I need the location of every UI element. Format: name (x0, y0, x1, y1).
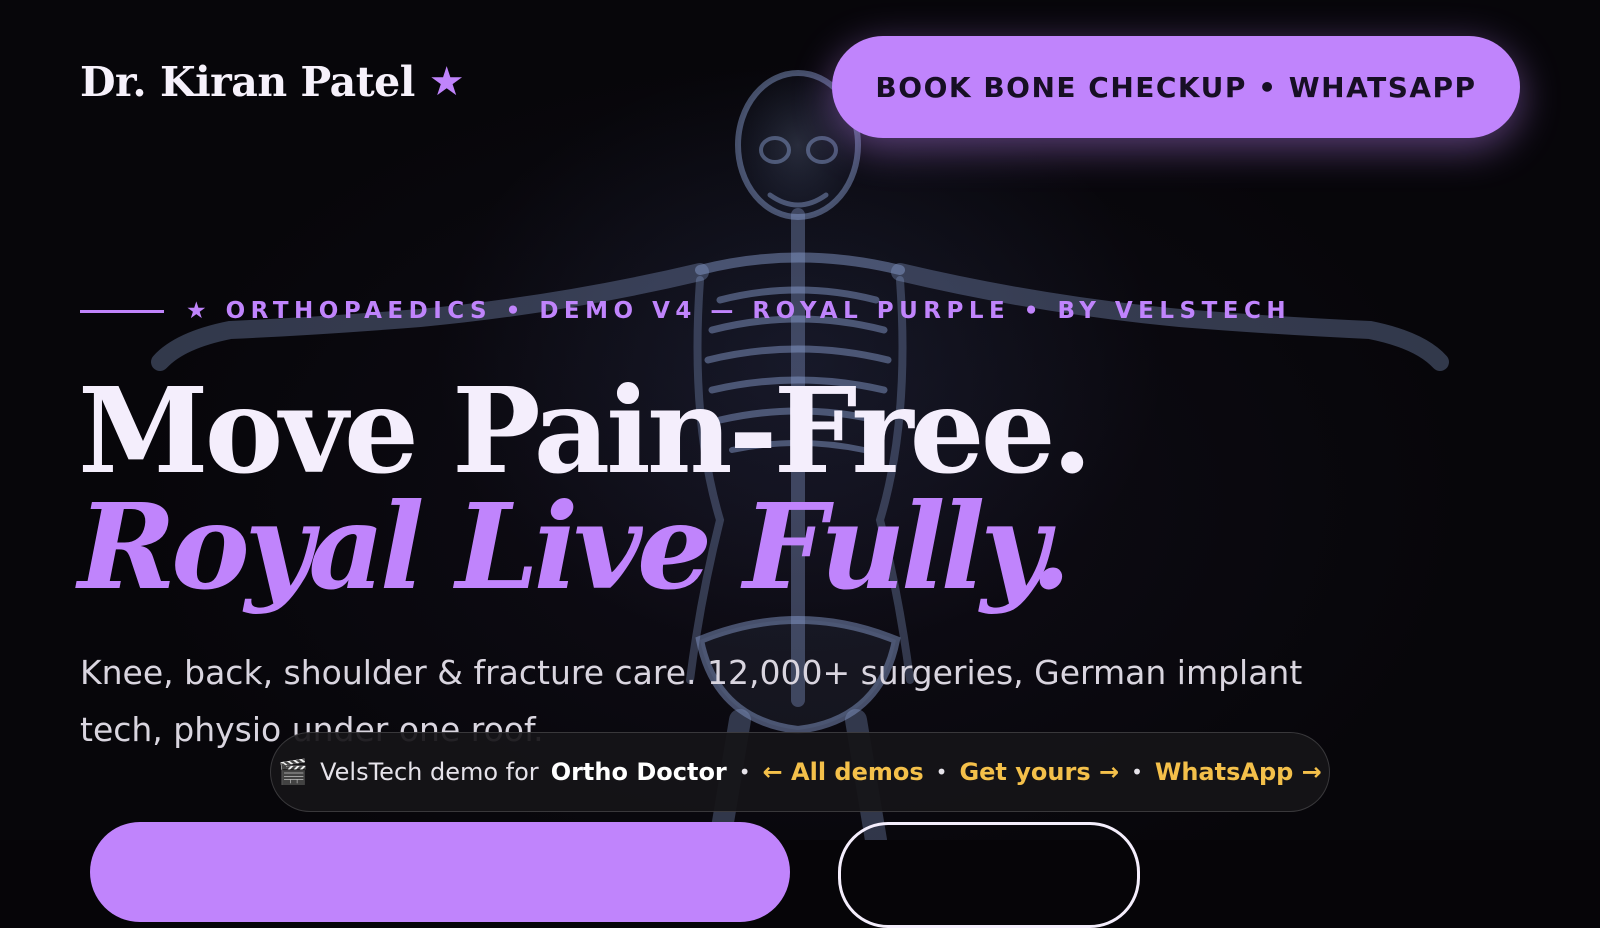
whatsapp-link[interactable]: WhatsApp → (1155, 758, 1322, 786)
brand-name: Dr. Kiran Patel (80, 58, 415, 106)
demo-subject: Ortho Doctor (550, 758, 727, 786)
demo-separator: • (935, 760, 948, 784)
clapperboard-icon: 🎬 (278, 758, 309, 786)
demo-banner: 🎬 VelsTech demo for Ortho Doctor • ← All… (270, 732, 1330, 812)
demo-separator: • (738, 760, 751, 784)
hero-headline-line1: Move Pain-Free. (78, 361, 1093, 500)
primary-hero-button[interactable] (90, 822, 790, 922)
eyebrow-text: ★ ORTHOPAEDICS • DEMO V4 — ROYAL PURPLE … (186, 298, 1292, 324)
hero-eyebrow: ★ ORTHOPAEDICS • DEMO V4 — ROYAL PURPLE … (80, 298, 1291, 324)
get-yours-link[interactable]: Get yours → (959, 758, 1119, 786)
hero-headline-line2: Royal Live Fully. (78, 477, 1071, 616)
book-checkup-button[interactable]: BOOK BONE CHECKUP • WHATSAPP (832, 36, 1520, 138)
demo-prefix: VelsTech demo for (320, 758, 539, 786)
eyebrow-divider (80, 309, 164, 313)
all-demos-link[interactable]: ← All demos (763, 758, 924, 786)
demo-separator: • (1131, 760, 1143, 784)
star-icon: ★ (428, 59, 465, 105)
secondary-hero-button[interactable] (838, 822, 1140, 928)
brand-logo[interactable]: Dr. Kiran Patel ★ (80, 58, 465, 106)
